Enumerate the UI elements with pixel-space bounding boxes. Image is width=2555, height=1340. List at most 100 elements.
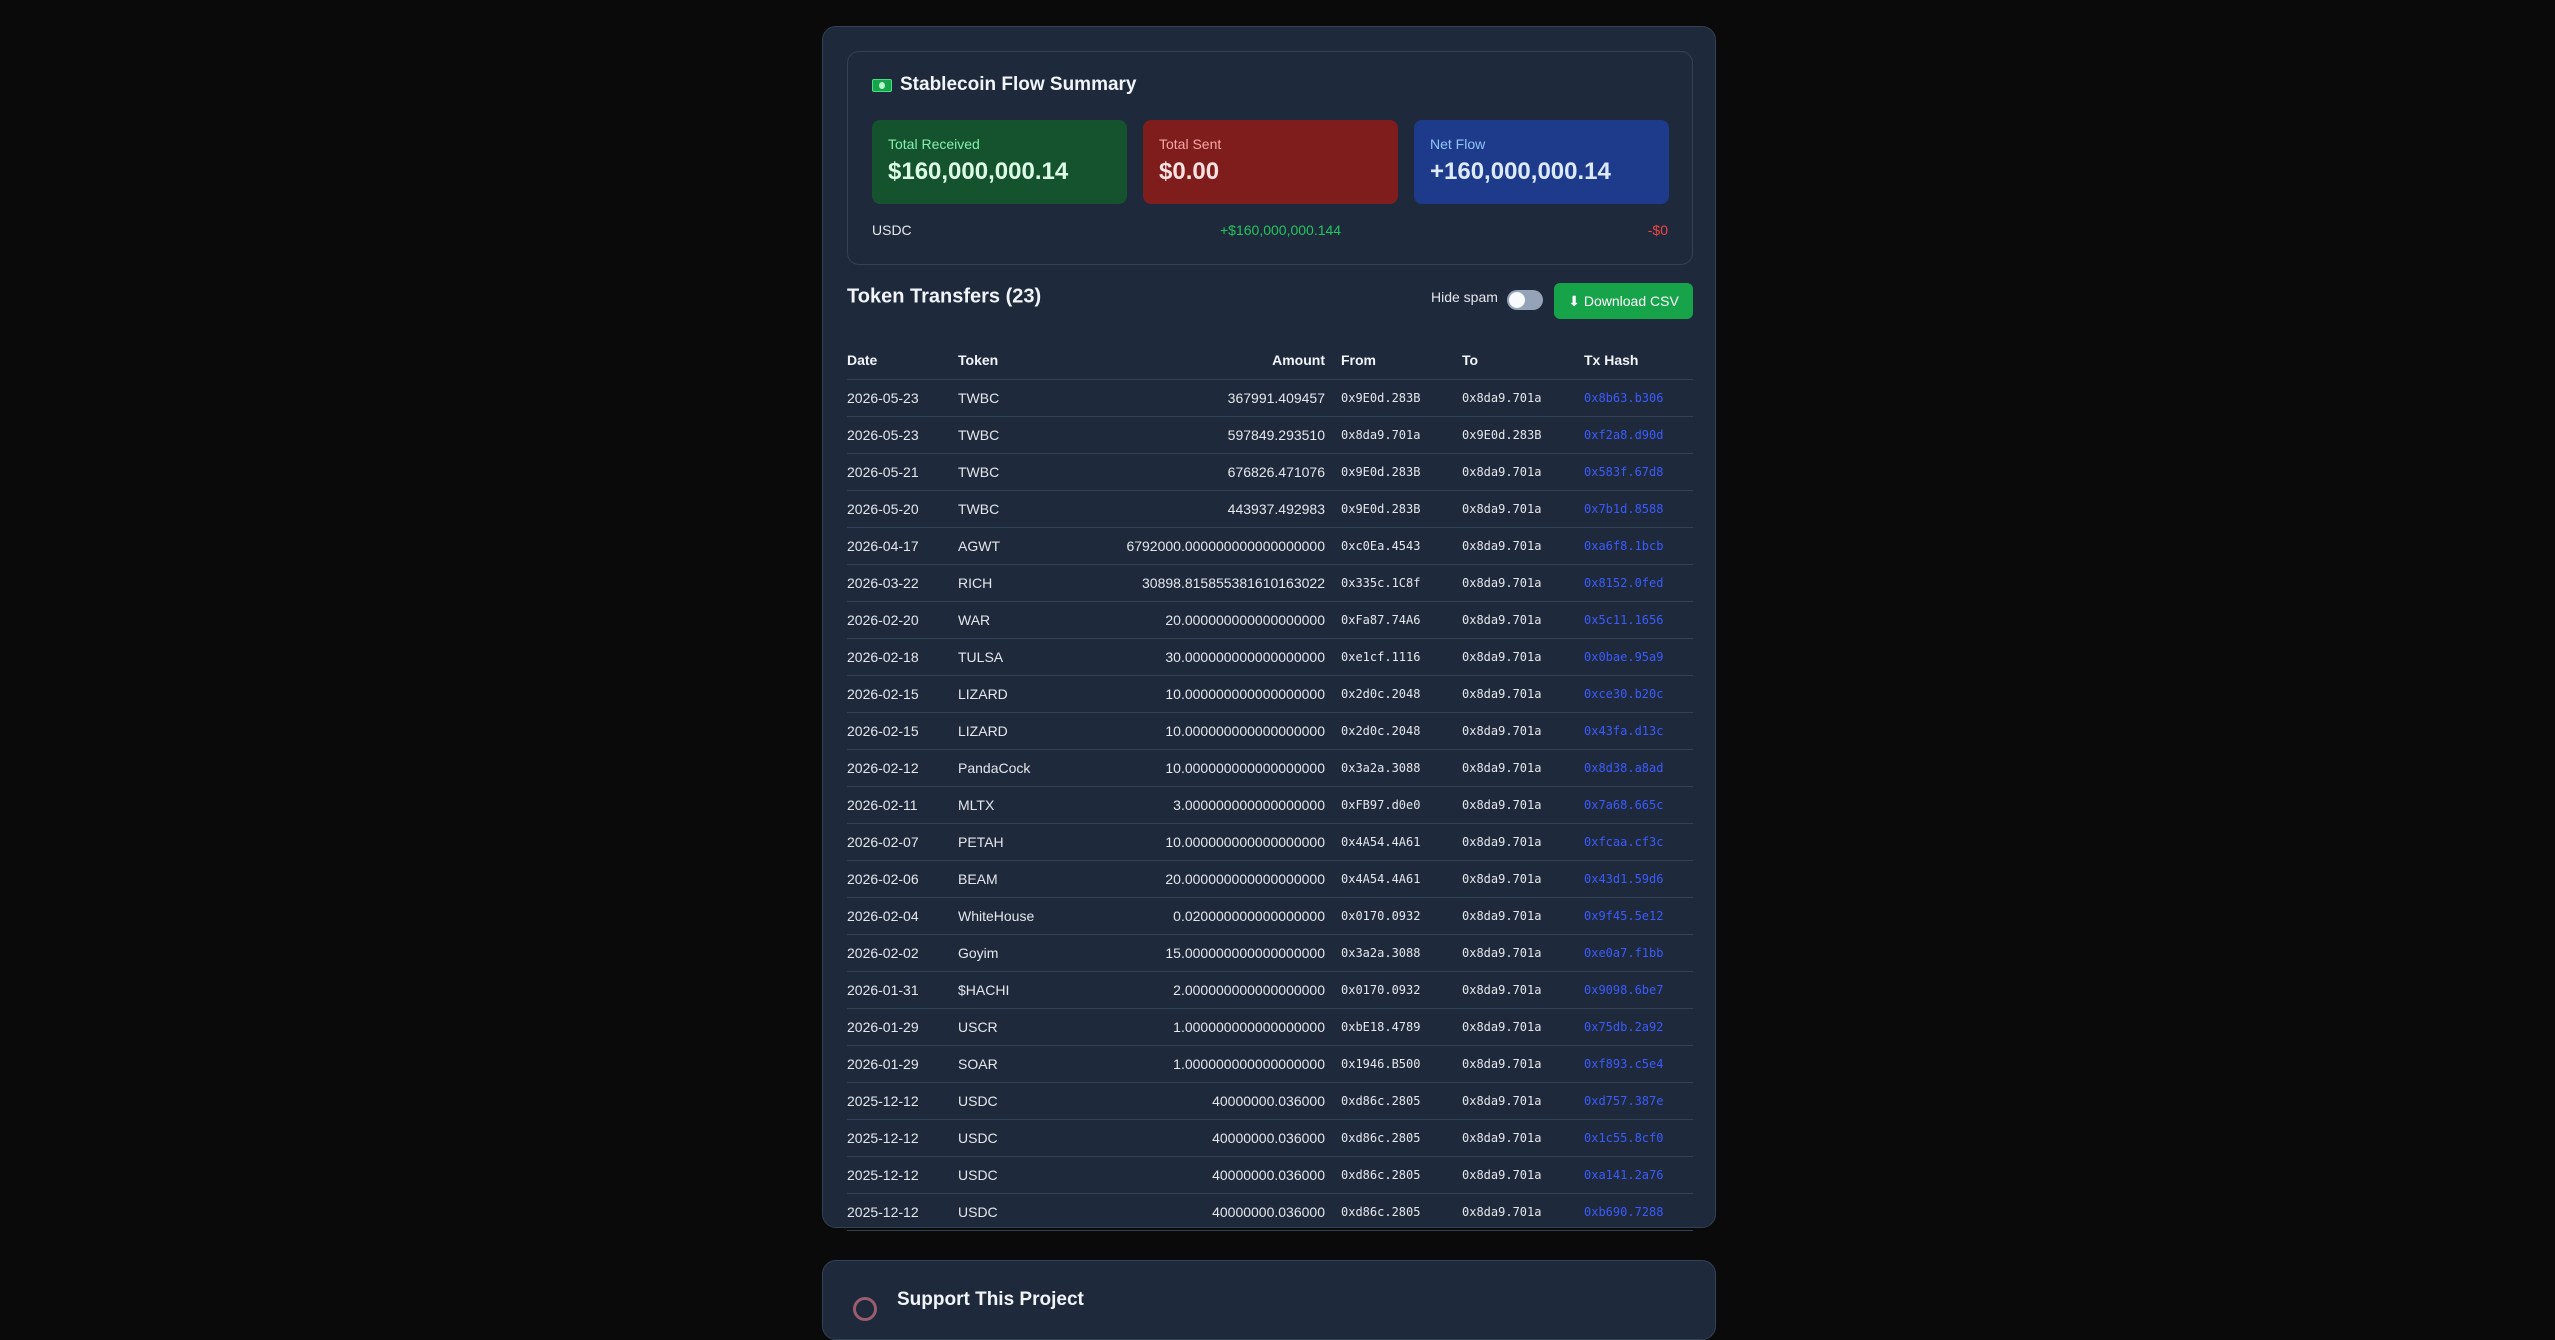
cell-tx-hash-link[interactable]: 0xa6f8.1bcb: [1584, 527, 1693, 565]
cell-to-address[interactable]: 0x8da9.701a: [1462, 1082, 1584, 1120]
cell-to-address[interactable]: 0x8da9.701a: [1462, 490, 1584, 528]
cell-tx-hash-link[interactable]: 0x8d38.a8ad: [1584, 749, 1693, 787]
cell-date: 2026-02-18: [847, 638, 958, 676]
cell-from-address[interactable]: 0x3a2a.3088: [1341, 749, 1462, 787]
cell-date: 2026-02-15: [847, 675, 958, 713]
cell-to-address[interactable]: 0x8da9.701a: [1462, 601, 1584, 639]
cell-tx-hash-link[interactable]: 0x7b1d.8588: [1584, 490, 1693, 528]
cell-from-address[interactable]: 0xbE18.4789: [1341, 1008, 1462, 1046]
cell-tx-hash-link[interactable]: 0x7a68.665c: [1584, 786, 1693, 824]
column-header-to[interactable]: To: [1462, 341, 1584, 380]
cell-to-address[interactable]: 0x8da9.701a: [1462, 860, 1584, 898]
cell-from-address[interactable]: 0xd86c.2805: [1341, 1119, 1462, 1157]
cell-tx-hash-link[interactable]: 0xf893.c5e4: [1584, 1045, 1693, 1083]
cell-tx-hash-link[interactable]: 0xb690.7288: [1584, 1193, 1693, 1231]
cell-amount: 1.000000000000000000: [1078, 1045, 1341, 1083]
cell-from-address[interactable]: 0x3a2a.3088: [1341, 934, 1462, 972]
cell-token: TWBC: [958, 453, 1078, 491]
column-header-from[interactable]: From: [1341, 341, 1462, 380]
cell-to-address[interactable]: 0x8da9.701a: [1462, 1156, 1584, 1194]
table-row: 2026-02-15 LIZARD 10.000000000000000000 0x2…: [847, 675, 1693, 713]
cell-from-address[interactable]: 0x9E0d.283B: [1341, 490, 1462, 528]
cell-from-address[interactable]: 0x2d0c.2048: [1341, 675, 1462, 713]
cell-from-address[interactable]: 0x4A54.4A61: [1341, 823, 1462, 861]
cell-token: USDC: [958, 1119, 1078, 1157]
column-header-amount[interactable]: Amount: [1078, 341, 1341, 380]
cell-tx-hash-link[interactable]: 0x0bae.95a9: [1584, 638, 1693, 676]
cell-tx-hash-link[interactable]: 0xd757.387e: [1584, 1082, 1693, 1120]
main-panel: Stablecoin Flow Summary Total Received $…: [822, 26, 1716, 1231]
table-row: 2026-02-11 MLTX 3.000000000000000000 0xFB97…: [847, 786, 1693, 824]
cell-to-address[interactable]: 0x8da9.701a: [1462, 971, 1584, 1009]
cell-to-address[interactable]: 0x8da9.701a: [1462, 1193, 1584, 1231]
cell-to-address[interactable]: 0x8da9.701a: [1462, 934, 1584, 972]
cell-to-address[interactable]: 0x8da9.701a: [1462, 564, 1584, 602]
cell-amount: 40000000.036000: [1078, 1193, 1341, 1231]
table-row: 2026-04-17 AGWT 6792000.000000000000000000…: [847, 527, 1693, 565]
cell-tx-hash-link[interactable]: 0xa141.2a76: [1584, 1156, 1693, 1194]
table-row: 2025-12-12 USDC 40000000.036000 0xd86c.2805…: [847, 1082, 1693, 1120]
cell-to-address[interactable]: 0x9E0d.283B: [1462, 416, 1584, 454]
cell-tx-hash-link[interactable]: 0x1c55.8cf0: [1584, 1119, 1693, 1157]
column-header-date[interactable]: Date: [847, 341, 958, 380]
cell-to-address[interactable]: 0x8da9.701a: [1462, 786, 1584, 824]
cell-from-address[interactable]: 0xd86c.2805: [1341, 1193, 1462, 1231]
cell-tx-hash-link[interactable]: 0xf2a8.d90d: [1584, 416, 1693, 454]
hide-spam-toggle[interactable]: [1507, 290, 1543, 310]
cell-from-address[interactable]: 0x1946.B500: [1341, 1045, 1462, 1083]
cell-date: 2026-02-12: [847, 749, 958, 787]
cell-tx-hash-link[interactable]: 0x43fa.d13c: [1584, 712, 1693, 750]
download-csv-button[interactable]: ⬇ Download CSV: [1554, 283, 1693, 319]
cell-from-address[interactable]: 0xc0Ea.4543: [1341, 527, 1462, 565]
cell-tx-hash-link[interactable]: 0xe0a7.f1bb: [1584, 934, 1693, 972]
cell-from-address[interactable]: 0x8da9.701a: [1341, 416, 1462, 454]
net-flow-label: Net Flow: [1430, 136, 1486, 152]
cell-to-address[interactable]: 0x8da9.701a: [1462, 675, 1584, 713]
table-row: 2025-12-12 USDC 40000000.036000 0xd86c.2805…: [847, 1119, 1693, 1157]
cell-tx-hash-link[interactable]: 0xce30.b20c: [1584, 675, 1693, 713]
cell-from-address[interactable]: 0x9E0d.283B: [1341, 453, 1462, 491]
cell-token: MLTX: [958, 786, 1078, 824]
cell-to-address[interactable]: 0x8da9.701a: [1462, 1119, 1584, 1157]
cell-to-address[interactable]: 0x8da9.701a: [1462, 1045, 1584, 1083]
cell-tx-hash-link[interactable]: 0x75db.2a92: [1584, 1008, 1693, 1046]
cell-from-address[interactable]: 0xd86c.2805: [1341, 1082, 1462, 1120]
cell-to-address[interactable]: 0x8da9.701a: [1462, 749, 1584, 787]
cell-to-address[interactable]: 0x8da9.701a: [1462, 712, 1584, 750]
cell-to-address[interactable]: 0x8da9.701a: [1462, 527, 1584, 565]
cell-from-address[interactable]: 0xe1cf.1116: [1341, 638, 1462, 676]
cell-tx-hash-link[interactable]: 0x5c11.1656: [1584, 601, 1693, 639]
cell-to-address[interactable]: 0x8da9.701a: [1462, 453, 1584, 491]
table-row: 2026-02-15 LIZARD 10.000000000000000000 0x2…: [847, 712, 1693, 750]
cell-tx-hash-link[interactable]: 0x8152.0fed: [1584, 564, 1693, 602]
cell-from-address[interactable]: 0xd86c.2805: [1341, 1156, 1462, 1194]
cell-tx-hash-link[interactable]: 0x43d1.59d6: [1584, 860, 1693, 898]
cell-tx-hash-link[interactable]: 0x9f45.5e12: [1584, 897, 1693, 935]
heart-icon: [853, 1297, 877, 1321]
cell-to-address[interactable]: 0x8da9.701a: [1462, 1008, 1584, 1046]
cell-tx-hash-link[interactable]: 0x8b63.b306: [1584, 379, 1693, 417]
cell-tx-hash-link[interactable]: 0xfcaa.cf3c: [1584, 823, 1693, 861]
cell-to-address[interactable]: 0x8da9.701a: [1462, 823, 1584, 861]
cell-from-address[interactable]: 0xFa87.74A6: [1341, 601, 1462, 639]
column-header-token[interactable]: Token: [958, 341, 1078, 380]
cell-from-address[interactable]: 0x2d0c.2048: [1341, 712, 1462, 750]
cell-to-address[interactable]: 0x8da9.701a: [1462, 897, 1584, 935]
table-row: 2026-01-29 USCR 1.000000000000000000 0xbE18…: [847, 1008, 1693, 1046]
summary-title: Stablecoin Flow Summary: [900, 74, 1137, 95]
cell-to-address[interactable]: 0x8da9.701a: [1462, 638, 1584, 676]
cell-tx-hash-link[interactable]: 0x9098.6be7: [1584, 971, 1693, 1009]
cell-amount: 6792000.000000000000000000: [1078, 527, 1341, 565]
cell-from-address[interactable]: 0x9E0d.283B: [1341, 379, 1462, 417]
cell-tx-hash-link[interactable]: 0x583f.67d8: [1584, 453, 1693, 491]
cell-from-address[interactable]: 0x335c.1C8f: [1341, 564, 1462, 602]
cell-amount: 15.000000000000000000: [1078, 934, 1341, 972]
cell-from-address[interactable]: 0x0170.0932: [1341, 897, 1462, 935]
cell-from-address[interactable]: 0x0170.0932: [1341, 971, 1462, 1009]
cell-amount: 40000000.036000: [1078, 1156, 1341, 1194]
cell-from-address[interactable]: 0xFB97.d0e0: [1341, 786, 1462, 824]
stablecoin-summary: Stablecoin Flow Summary Total Received $…: [847, 51, 1693, 265]
column-header-tx-hash[interactable]: Tx Hash: [1584, 341, 1693, 380]
cell-from-address[interactable]: 0x4A54.4A61: [1341, 860, 1462, 898]
cell-to-address[interactable]: 0x8da9.701a: [1462, 379, 1584, 417]
